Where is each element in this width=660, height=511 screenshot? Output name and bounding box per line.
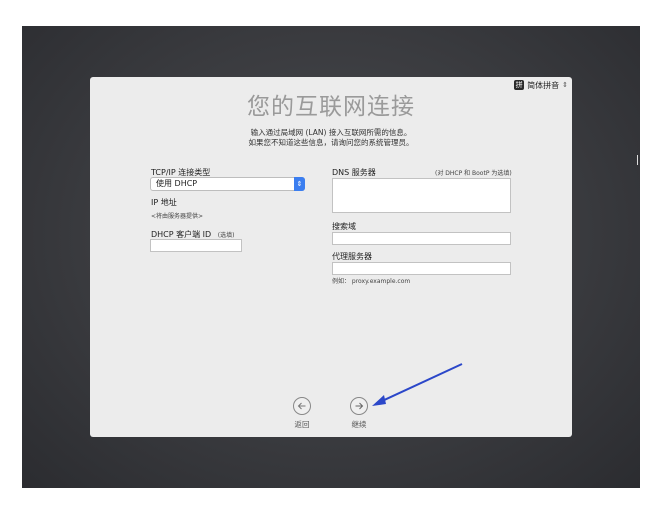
text-cursor-icon: [637, 155, 638, 165]
annotation-arrow-icon: [372, 363, 463, 406]
